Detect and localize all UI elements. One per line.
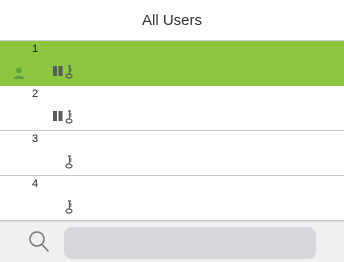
search-icon[interactable]: [28, 230, 50, 254]
user-id: 4: [32, 178, 39, 190]
search-input[interactable]: [64, 227, 316, 259]
page-title: All Users: [141, 11, 202, 29]
user-id: 3: [32, 133, 39, 145]
card-icon: [53, 66, 63, 76]
user-id: 2: [32, 88, 39, 100]
password-key-icon: [65, 155, 73, 169]
user-row[interactable]: 1: [0, 41, 344, 86]
user-id: 1: [32, 43, 39, 55]
password-key-icon: [65, 200, 73, 214]
card-icon: [53, 111, 63, 121]
search-bar: [0, 221, 344, 262]
user-list[interactable]: 1 2 3 4: [0, 41, 344, 221]
password-key-icon: [65, 65, 73, 79]
user-icon: [13, 67, 25, 79]
header-bar: All Users: [0, 0, 344, 41]
user-row[interactable]: 4: [0, 176, 344, 221]
password-key-icon: [65, 110, 73, 124]
user-row[interactable]: 3: [0, 131, 344, 176]
user-row[interactable]: 2: [0, 86, 344, 131]
